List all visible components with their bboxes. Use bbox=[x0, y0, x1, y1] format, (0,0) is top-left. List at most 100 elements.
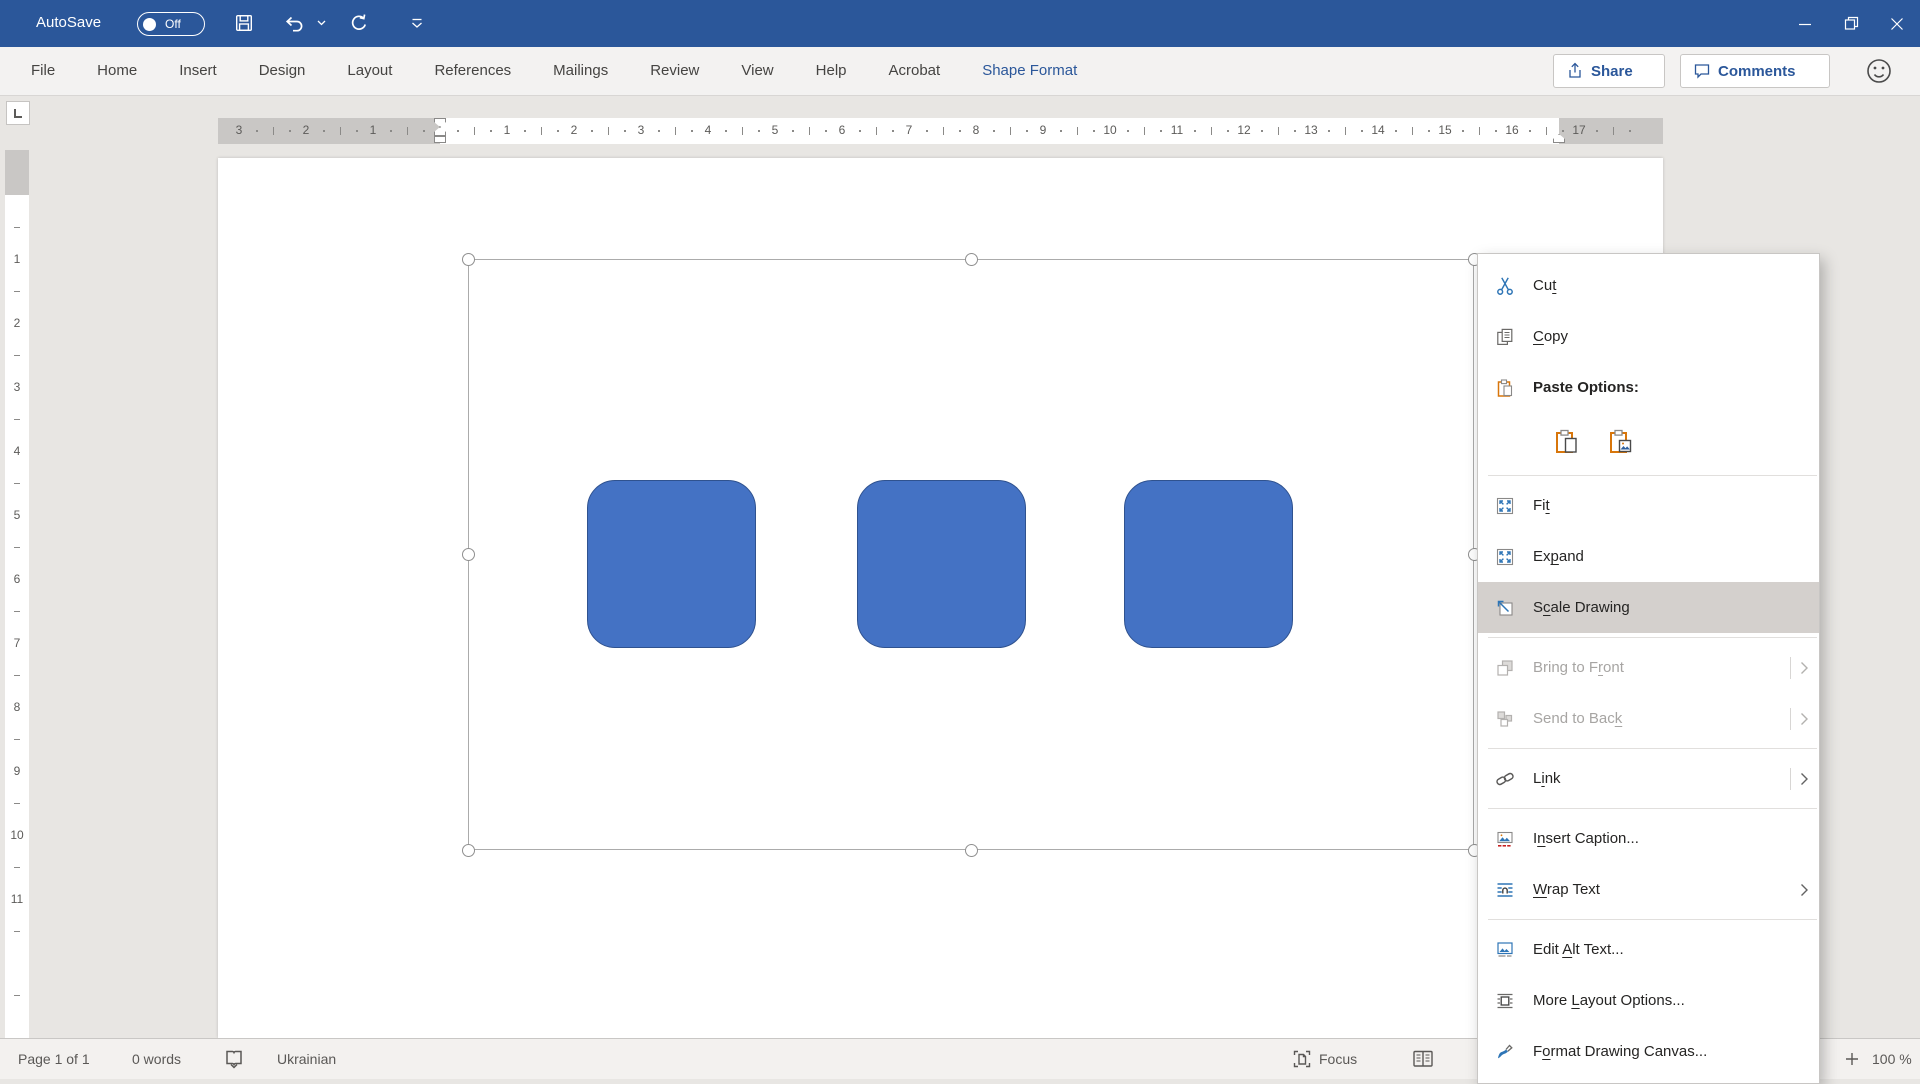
ruler-tick bbox=[14, 931, 20, 932]
chevron-down-icon bbox=[317, 20, 326, 26]
menu-item-edit-alt-text[interactable]: Edit Alt Text... bbox=[1478, 924, 1819, 975]
tab-view[interactable]: View bbox=[720, 47, 794, 95]
tab-file[interactable]: File bbox=[10, 47, 76, 95]
page-indicator-label: Page 1 of 1 bbox=[18, 1051, 90, 1067]
save-button[interactable] bbox=[229, 8, 259, 38]
ruler-number: 5 bbox=[772, 123, 779, 137]
ruler-tick bbox=[1613, 127, 1614, 135]
menu-item-format-drawing-canvas[interactable]: Format Drawing Canvas... bbox=[1478, 1026, 1819, 1077]
link-icon bbox=[1494, 768, 1516, 790]
feedback-smiley-icon[interactable] bbox=[1864, 56, 1894, 86]
menu-item-more-layout-options[interactable]: More Layout Options... bbox=[1478, 975, 1819, 1026]
menu-item-copy[interactable]: Copy bbox=[1478, 311, 1819, 362]
menu-item-cut[interactable]: Cut bbox=[1478, 260, 1819, 311]
ruler-tick bbox=[1428, 130, 1430, 132]
ruler-tick bbox=[1462, 130, 1464, 132]
ruler-number: 1 bbox=[370, 123, 377, 137]
left-indent-marker[interactable] bbox=[434, 136, 446, 143]
autosave-toggle[interactable]: Off bbox=[137, 12, 205, 36]
ruler-number: 11 bbox=[1171, 123, 1183, 137]
menu-item-send-to-back: Send to Back bbox=[1478, 693, 1819, 744]
word-count[interactable]: 0 words bbox=[132, 1039, 181, 1079]
ruler-number: 7 bbox=[906, 123, 913, 137]
rounded-rectangle-shape-1[interactable] bbox=[587, 480, 756, 648]
minimize-button[interactable] bbox=[1782, 0, 1828, 47]
ruler-tick bbox=[675, 127, 676, 135]
wrap-text-icon bbox=[1494, 879, 1516, 901]
selection-handle-top-middle[interactable] bbox=[965, 253, 978, 266]
zoom-in-button[interactable] bbox=[1845, 1039, 1859, 1079]
rounded-rectangle-shape-3[interactable] bbox=[1124, 480, 1293, 648]
ruler-number: 1 bbox=[504, 123, 511, 137]
tab-mailings[interactable]: Mailings bbox=[532, 47, 629, 95]
ruler-number: 8 bbox=[14, 700, 21, 714]
title-bar: AutoSave Off bbox=[0, 0, 1920, 47]
ruler-number: 6 bbox=[839, 123, 846, 137]
menu-item-link[interactable]: Link bbox=[1478, 753, 1819, 804]
tab-shape-format[interactable]: Shape Format bbox=[961, 47, 1098, 95]
focus-mode-button[interactable]: Focus bbox=[1292, 1039, 1357, 1079]
tab-home[interactable]: Home bbox=[76, 47, 158, 95]
close-button[interactable] bbox=[1874, 0, 1920, 47]
ruler-tick bbox=[457, 130, 459, 132]
share-button[interactable]: Share bbox=[1553, 54, 1665, 88]
zoom-level-label: 100 % bbox=[1872, 1051, 1912, 1067]
tab-help[interactable]: Help bbox=[795, 47, 868, 95]
tab-references[interactable]: References bbox=[413, 47, 532, 95]
proofing-status-button[interactable] bbox=[223, 1039, 245, 1079]
ruler-tick bbox=[1294, 130, 1296, 132]
language-button[interactable]: Ukrainian bbox=[277, 1039, 336, 1079]
ruler-tick bbox=[1546, 127, 1547, 135]
ruler-tick bbox=[14, 995, 20, 996]
selection-handle-bottom-middle[interactable] bbox=[965, 844, 978, 857]
ruler-number: 17 bbox=[1572, 123, 1585, 137]
ruler-tick bbox=[876, 127, 877, 135]
comments-icon bbox=[1693, 62, 1711, 80]
ruler-tick bbox=[14, 739, 20, 740]
selection-handle-top-left[interactable] bbox=[462, 253, 475, 266]
page-indicator[interactable]: Page 1 of 1 bbox=[18, 1039, 90, 1079]
menu-item-wrap-text[interactable]: Wrap Text bbox=[1478, 864, 1819, 915]
ruler-tick bbox=[541, 127, 542, 135]
ruler-tick bbox=[993, 130, 995, 132]
read-mode-button[interactable] bbox=[1411, 1039, 1435, 1079]
ruler-tick bbox=[742, 127, 743, 135]
zoom-level[interactable]: 100 % bbox=[1872, 1039, 1912, 1079]
picture-paste-icon[interactable] bbox=[1605, 426, 1637, 458]
ruler-tick bbox=[691, 130, 693, 132]
repeat-button[interactable] bbox=[344, 8, 374, 38]
undo-button[interactable] bbox=[279, 8, 309, 38]
word-count-label: 0 words bbox=[132, 1051, 181, 1067]
menu-item-insert-caption[interactable]: Insert Caption... bbox=[1478, 813, 1819, 864]
submenu-chevron-icon bbox=[1800, 661, 1809, 675]
menu-separator bbox=[1488, 808, 1817, 809]
ruler-tick bbox=[1194, 130, 1196, 132]
comments-button[interactable]: Comments bbox=[1680, 54, 1830, 88]
tab-design[interactable]: Design bbox=[238, 47, 327, 95]
rounded-rectangle-shape-2[interactable] bbox=[857, 480, 1026, 648]
menu-item-expand[interactable]: Expand bbox=[1478, 531, 1819, 582]
menu-item-scale-drawing[interactable]: Scale Drawing bbox=[1478, 582, 1819, 633]
share-icon bbox=[1566, 62, 1584, 80]
tab-acrobat[interactable]: Acrobat bbox=[868, 47, 962, 95]
ruler-tick bbox=[892, 130, 894, 132]
ruler-tick bbox=[926, 130, 928, 132]
ruler-number: 3 bbox=[638, 123, 645, 137]
ruler-top-margin bbox=[5, 150, 29, 195]
undo-dropdown-button[interactable] bbox=[312, 8, 330, 38]
tab-stop-selector[interactable] bbox=[6, 101, 30, 125]
submenu-chevron-icon bbox=[1800, 883, 1809, 897]
selection-handle-bottom-left[interactable] bbox=[462, 844, 475, 857]
selection-handle-middle-left[interactable] bbox=[462, 548, 475, 561]
customize-quick-access-toolbar-button[interactable] bbox=[402, 8, 432, 38]
ruler-tick bbox=[725, 130, 727, 132]
menu-item-fit[interactable]: Fit bbox=[1478, 480, 1819, 531]
keep-source-formatting-paste-icon[interactable] bbox=[1551, 426, 1583, 458]
tab-review[interactable]: Review bbox=[629, 47, 720, 95]
ruler-tick bbox=[959, 130, 961, 132]
format-drawing-canvas-icon bbox=[1494, 1041, 1516, 1063]
tab-layout[interactable]: Layout bbox=[326, 47, 413, 95]
tab-insert[interactable]: Insert bbox=[158, 47, 238, 95]
ruler-tick bbox=[14, 291, 20, 292]
restore-button[interactable] bbox=[1828, 0, 1874, 47]
